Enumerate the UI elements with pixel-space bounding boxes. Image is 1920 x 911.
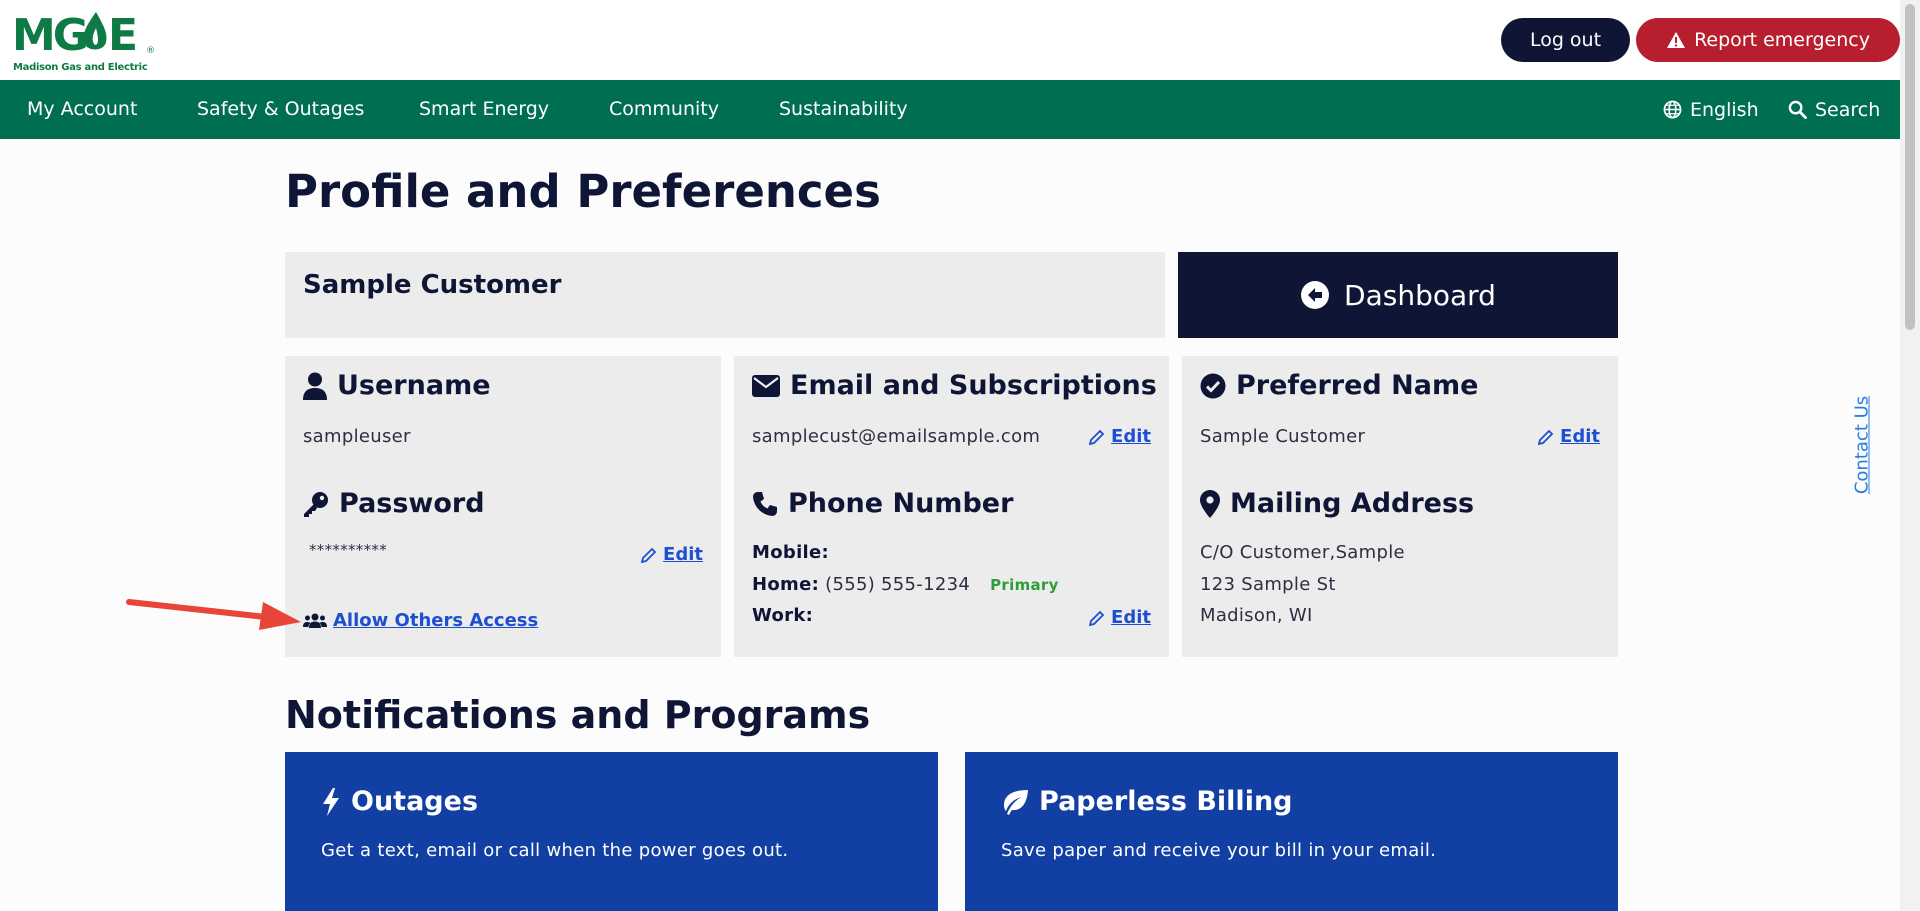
registered-mark: ® xyxy=(146,46,155,56)
preferred-name-value: Sample Customer xyxy=(1200,426,1366,447)
program-card-paperless-billing[interactable]: Paperless Billing Save paper and receive… xyxy=(965,752,1618,911)
scrollbar-thumb[interactable] xyxy=(1905,4,1915,330)
dashboard-button[interactable]: Dashboard xyxy=(1178,252,1618,338)
username-heading-label: Username xyxy=(337,370,491,401)
search-icon xyxy=(1788,100,1807,119)
paperless-title-label: Paperless Billing xyxy=(1039,786,1293,817)
logo-wordmark: MG E xyxy=(12,6,147,69)
preferred-name-heading-label: Preferred Name xyxy=(1236,370,1479,401)
check-circle-icon xyxy=(1200,373,1226,398)
user-icon xyxy=(303,372,327,400)
allow-others-access-link[interactable]: Allow Others Access xyxy=(303,610,538,631)
page-title: Profile and Preferences xyxy=(285,165,881,218)
contact-us-link[interactable]: Contact Us xyxy=(1852,396,1873,494)
phone-home-row: Home: (555) 555-1234 Primary xyxy=(752,574,1059,595)
paperless-description: Save paper and receive your bill in your… xyxy=(1001,840,1437,861)
address-line-2: 123 Sample St xyxy=(1200,574,1336,595)
leaf-icon xyxy=(1004,789,1028,815)
envelope-icon xyxy=(752,374,780,397)
name-address-card: Preferred Name Sample Customer Edit Mail… xyxy=(1182,356,1618,657)
phone-heading: Phone Number xyxy=(752,488,1013,519)
top-header: MG E ® Madison Gas and Electric Log out … xyxy=(0,0,1900,80)
bolt-icon xyxy=(323,787,339,816)
email-edit-label: Edit xyxy=(1111,426,1151,447)
map-pin-icon xyxy=(1200,489,1220,518)
password-edit-link[interactable]: Edit xyxy=(641,544,703,565)
username-heading: Username xyxy=(303,370,491,401)
logo-subtitle: Madison Gas and Electric xyxy=(13,62,148,73)
username-password-card: Username sampleuser Password ********** … xyxy=(285,356,721,657)
address-line-1: C/O Customer,Sample xyxy=(1200,542,1405,563)
pencil-icon xyxy=(1538,429,1554,445)
svg-text:MG: MG xyxy=(12,10,86,58)
language-selector[interactable]: English xyxy=(1663,80,1759,139)
program-card-outages[interactable]: Outages Get a text, email or call when t… xyxy=(285,752,938,911)
password-heading: Password xyxy=(303,488,485,519)
key-icon xyxy=(304,491,328,517)
preferred-name-heading: Preferred Name xyxy=(1200,370,1478,401)
phone-heading-label: Phone Number xyxy=(788,488,1014,519)
pencil-icon xyxy=(1089,429,1105,445)
globe-icon xyxy=(1663,100,1682,119)
logout-button[interactable]: Log out xyxy=(1501,18,1630,62)
address-line-3: Madison, WI xyxy=(1200,605,1313,626)
nav-item-smart-energy[interactable]: Smart Energy xyxy=(419,80,549,139)
work-label: Work: xyxy=(752,605,814,626)
phone-work-row: Work: xyxy=(752,605,813,626)
allow-others-access-label: Allow Others Access xyxy=(333,610,539,631)
page-scrollbar[interactable] xyxy=(1900,0,1920,911)
phone-edit-label: Edit xyxy=(1111,607,1151,628)
email-heading-label: Email and Subscriptions xyxy=(790,370,1157,401)
email-heading: Email and Subscriptions xyxy=(752,370,1157,401)
preferred-name-edit-link[interactable]: Edit xyxy=(1538,426,1600,447)
report-emergency-label: Report emergency xyxy=(1694,29,1870,51)
language-label: English xyxy=(1690,98,1759,121)
nav-item-community[interactable]: Community xyxy=(609,80,719,139)
password-value: ********** xyxy=(309,541,387,559)
dashboard-label: Dashboard xyxy=(1344,278,1496,312)
home-phone-value: (555) 555-1234 xyxy=(825,574,971,595)
users-icon xyxy=(303,613,327,628)
password-edit-label: Edit xyxy=(663,544,703,565)
notifications-title: Notifications and Programs xyxy=(285,693,871,737)
customer-name: Sample Customer xyxy=(303,270,562,300)
phone-edit-link[interactable]: Edit xyxy=(1089,607,1151,628)
paperless-title: Paperless Billing xyxy=(1001,786,1293,817)
svg-text:E: E xyxy=(108,10,136,58)
phone-icon xyxy=(753,491,777,516)
pencil-icon xyxy=(641,547,657,563)
main-nav: My Account Safety & Outages Smart Energy… xyxy=(0,80,1900,139)
mobile-label: Mobile: xyxy=(752,542,830,563)
nav-item-sustainability[interactable]: Sustainability xyxy=(779,80,908,139)
email-value: samplecust@emailsample.com xyxy=(752,426,1041,447)
phone-mobile-row: Mobile: xyxy=(752,542,829,563)
outages-description: Get a text, email or call when the power… xyxy=(321,840,789,861)
email-edit-link[interactable]: Edit xyxy=(1089,426,1151,447)
warning-icon xyxy=(1667,32,1686,48)
logo-mark-icon: MG E xyxy=(12,10,138,61)
username-value: sampleuser xyxy=(303,426,411,447)
annotation-arrow-icon xyxy=(126,599,301,630)
search-label: Search xyxy=(1815,98,1881,121)
mge-logo[interactable]: MG E ® Madison Gas and Electric xyxy=(12,6,162,76)
report-emergency-button[interactable]: Report emergency xyxy=(1636,18,1900,62)
mailing-address-heading-label: Mailing Address xyxy=(1230,488,1475,519)
outages-title-label: Outages xyxy=(351,786,479,817)
primary-badge: Primary xyxy=(990,576,1059,594)
arrow-circle-left-icon xyxy=(1301,281,1330,309)
password-heading-label: Password xyxy=(339,488,485,519)
preferred-name-edit-label: Edit xyxy=(1560,426,1600,447)
customer-name-banner: Sample Customer xyxy=(285,252,1165,338)
nav-item-my-account[interactable]: My Account xyxy=(27,80,137,139)
nav-item-safety-outages[interactable]: Safety & Outages xyxy=(197,80,364,139)
pencil-icon xyxy=(1089,610,1105,626)
search-button[interactable]: Search xyxy=(1788,80,1880,139)
home-label: Home: xyxy=(752,574,820,595)
mailing-address-heading: Mailing Address xyxy=(1200,488,1474,519)
outages-title: Outages xyxy=(321,786,478,817)
email-phone-card: Email and Subscriptions samplecust@email… xyxy=(734,356,1169,657)
